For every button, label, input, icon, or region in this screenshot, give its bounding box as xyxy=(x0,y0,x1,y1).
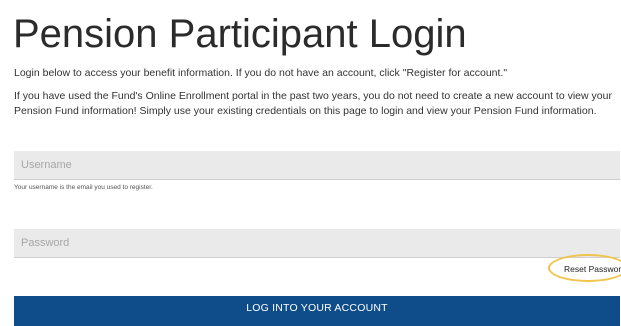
login-button[interactable]: LOG INTO YOUR ACCOUNT xyxy=(14,296,620,326)
reset-password-link[interactable]: Reset Password xyxy=(564,264,621,274)
username-hint: Your username is the email you used to r… xyxy=(14,184,153,191)
page-title: Pension Participant Login xyxy=(13,12,467,56)
password-input[interactable] xyxy=(14,229,620,258)
login-page: Pension Participant Login Login below to… xyxy=(0,0,621,326)
enrollment-info-text: If you have used the Fund's Online Enrol… xyxy=(14,90,612,117)
intro-text: Login below to access your benefit infor… xyxy=(14,67,508,79)
username-input[interactable] xyxy=(14,151,620,180)
